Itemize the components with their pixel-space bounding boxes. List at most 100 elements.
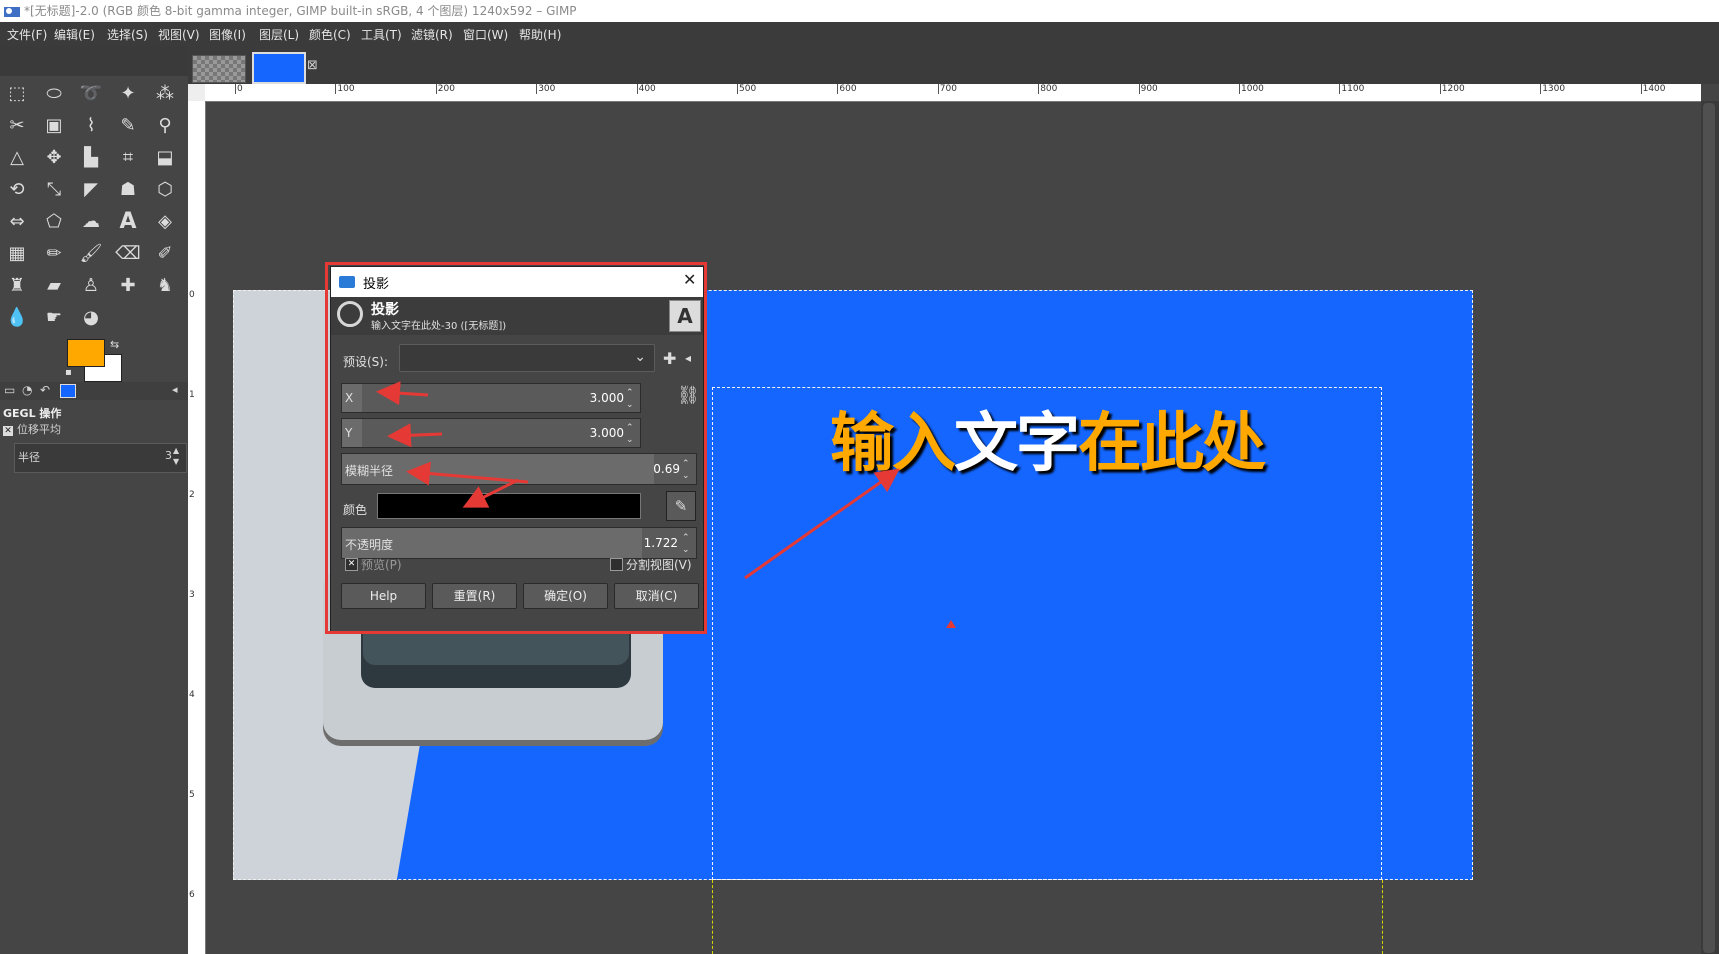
lasso-tool-icon[interactable]: ➰ (78, 80, 104, 106)
measure-tool-icon[interactable]: △ (4, 144, 30, 170)
help-button[interactable]: Help (341, 583, 426, 609)
gradient-tool-icon[interactable]: ▦ (4, 240, 30, 266)
cancel-button[interactable]: 取消(C) (614, 583, 699, 609)
close-icon[interactable]: ✕ (683, 270, 696, 289)
rect-select-tool-icon[interactable]: ⬚ (4, 80, 30, 106)
ellipse-select-tool-icon[interactable]: ⬭ (41, 80, 67, 106)
align-tool-icon[interactable]: ▙ (78, 144, 104, 170)
eraser-tool-icon[interactable]: ⌫ (115, 240, 141, 266)
menu-colors[interactable]: 颜色(C) (309, 26, 351, 43)
paths-tool-icon[interactable]: ⌇ (78, 112, 104, 138)
default-colors-icon[interactable]: ▪ (65, 367, 72, 378)
color-select-tool-icon[interactable]: ⁂ (152, 80, 178, 106)
menu-edit[interactable]: 编辑(E) (54, 26, 95, 43)
blur-radius-arrows-icon[interactable]: ⌃ ⌄ (682, 458, 694, 482)
menu-filters[interactable]: 滤镜(R) (411, 26, 453, 43)
smudge-tool-icon[interactable]: ☛ (41, 304, 67, 330)
fuzzy-select-tool-icon[interactable]: ✦ (115, 80, 141, 106)
cage-transform-tool-icon[interactable]: ⬠ (41, 208, 67, 234)
configure-tab-icon[interactable]: ◂ (172, 383, 178, 396)
h-ruler-label: 1200 (1439, 84, 1465, 94)
flip-tool-icon[interactable]: ⇔ (4, 208, 30, 234)
vertical-ruler[interactable]: 0 1 2 3 4 5 6 (188, 101, 206, 954)
reset-button[interactable]: 重置(R) (432, 583, 517, 609)
unified-transform-tool-icon[interactable]: ⬓ (152, 144, 178, 170)
foreground-select-tool-icon[interactable]: ▣ (41, 112, 67, 138)
window-titlebar: *[无标题]-2.0 (RGB 颜色 8-bit gamma integer, … (0, 0, 1719, 22)
menu-windows[interactable]: 窗口(W) (463, 26, 508, 43)
image-tab-thumbnail-1[interactable] (192, 55, 246, 83)
color-picker-icon[interactable]: ✎ (666, 491, 696, 521)
shadow-color-button[interactable] (377, 493, 641, 519)
image-tabs-bar (188, 46, 1719, 84)
x-offset-arrows-icon[interactable]: ⌃ ⌄ (626, 387, 638, 411)
h-ruler-label: 800 (1038, 84, 1058, 94)
ruler-corner[interactable] (188, 84, 205, 101)
device-status-tab-icon[interactable]: ◔ (22, 383, 32, 397)
split-view-label: 分割视图(V) (626, 558, 692, 572)
vertical-scrollbar[interactable] (1701, 101, 1719, 954)
radius-spin-field[interactable]: 半径 3 ▲ ▼ (14, 443, 187, 473)
airbrush-tool-icon[interactable]: ✐ (152, 240, 178, 266)
opacity-arrows-icon[interactable]: ⌃ ⌄ (682, 532, 694, 556)
menu-tools[interactable]: 工具(T) (361, 26, 402, 43)
tool-options-tab-icon[interactable]: ▭ (4, 383, 15, 397)
shear-tool-icon[interactable]: ◤ (78, 176, 104, 202)
pencil-tool-icon[interactable]: ✏ (41, 240, 67, 266)
paintbrush-tool-icon[interactable]: 🖌 (78, 240, 104, 266)
menu-file[interactable]: 文件(F) (7, 26, 47, 43)
close-tab-icon[interactable]: ⊠ (307, 58, 318, 73)
foreground-color-swatch[interactable] (67, 339, 105, 367)
dodge-burn-tool-icon[interactable]: ◕ (78, 304, 104, 330)
horizontal-ruler[interactable]: 0 100 200 300 400 500 600 700 800 900 1000 1100 1200… (205, 84, 1701, 102)
rotate-tool-icon[interactable]: ⟲ (4, 176, 30, 202)
y-offset-arrows-icon[interactable]: ⌃ ⌄ (626, 422, 638, 446)
bucket-fill-tool-icon[interactable]: ◈ (152, 208, 178, 234)
color-picker-tool-icon[interactable]: ✎ (115, 112, 141, 138)
chain-link-icon[interactable]: ⛓ (677, 385, 700, 406)
canvas-text-part-3: 在此处 (1078, 407, 1266, 481)
ok-button[interactable]: 确定(O) (523, 583, 608, 609)
split-view-checkbox[interactable] (610, 558, 623, 571)
close-icon[interactable]: ✕ (3, 426, 13, 436)
canvas-text-layer[interactable]: 输入文字在此处 (830, 392, 1266, 484)
radius-value: 3 (165, 449, 172, 462)
warp-tool-icon[interactable]: ☗ (115, 176, 141, 202)
ink-tool-icon[interactable]: ♜ (4, 272, 30, 298)
clone-tool-icon[interactable]: ♙ (78, 272, 104, 298)
menu-image[interactable]: 图像(I) (209, 26, 246, 43)
add-preset-icon[interactable]: ✚ (663, 349, 676, 368)
opacity-spin[interactable]: 不透明度 1.722 ⌃ ⌄ (341, 527, 697, 559)
preset-menu-icon[interactable]: ◂ (685, 351, 691, 365)
text-tool-icon[interactable]: A (115, 208, 141, 234)
blur-radius-spin[interactable]: 模糊半径 0.69 ⌃ ⌄ (341, 453, 697, 485)
menu-help[interactable]: 帮助(H) (519, 26, 561, 43)
move-tool-icon[interactable]: ✥ (41, 144, 67, 170)
zoom-tool-icon[interactable]: ⚲ (152, 112, 178, 138)
swap-colors-icon[interactable]: ⇆ (110, 338, 119, 351)
menu-view[interactable]: 视图(V) (158, 26, 200, 43)
perspective-tool-icon[interactable]: ⬡ (152, 176, 178, 202)
undo-history-tab-icon[interactable]: ↶ (40, 383, 50, 397)
menu-select[interactable]: 选择(S) (107, 26, 148, 43)
smudge-shape-tool-icon[interactable]: ☁ (78, 208, 104, 234)
y-offset-spin[interactable]: Y 3.000 ⌃ ⌄ (341, 418, 641, 448)
preset-select[interactable]: ⌄ (399, 344, 655, 372)
heal-tool-icon[interactable]: ✚ (115, 272, 141, 298)
blur-tool-icon[interactable]: 💧 (4, 304, 30, 330)
crop-tool-icon[interactable]: ⌗ (115, 144, 141, 170)
perspective-clone-tool-icon[interactable]: ♞ (152, 272, 178, 298)
radius-spin-arrows-icon[interactable]: ▲ ▼ (173, 445, 179, 467)
scale-tool-icon[interactable]: ⤡ (41, 176, 67, 202)
images-tab-icon[interactable] (60, 384, 76, 398)
preview-checkbox[interactable]: ✕ (345, 558, 358, 571)
image-tab-thumbnail-2[interactable] (252, 52, 306, 84)
mypaint-brush-tool-icon[interactable]: ▰ (41, 272, 67, 298)
menu-layer[interactable]: 图层(L) (259, 26, 299, 43)
x-offset-spin[interactable]: X 3.000 ⌃ ⌄ (341, 383, 641, 413)
dialog-titlebar[interactable]: 投影 ✕ (331, 267, 703, 297)
scissors-tool-icon[interactable]: ✂ (4, 112, 30, 138)
scrollbar-thumb[interactable] (1703, 103, 1715, 953)
h-ruler-label: 100 (335, 84, 355, 94)
h-ruler-label: 900 (1138, 84, 1158, 94)
